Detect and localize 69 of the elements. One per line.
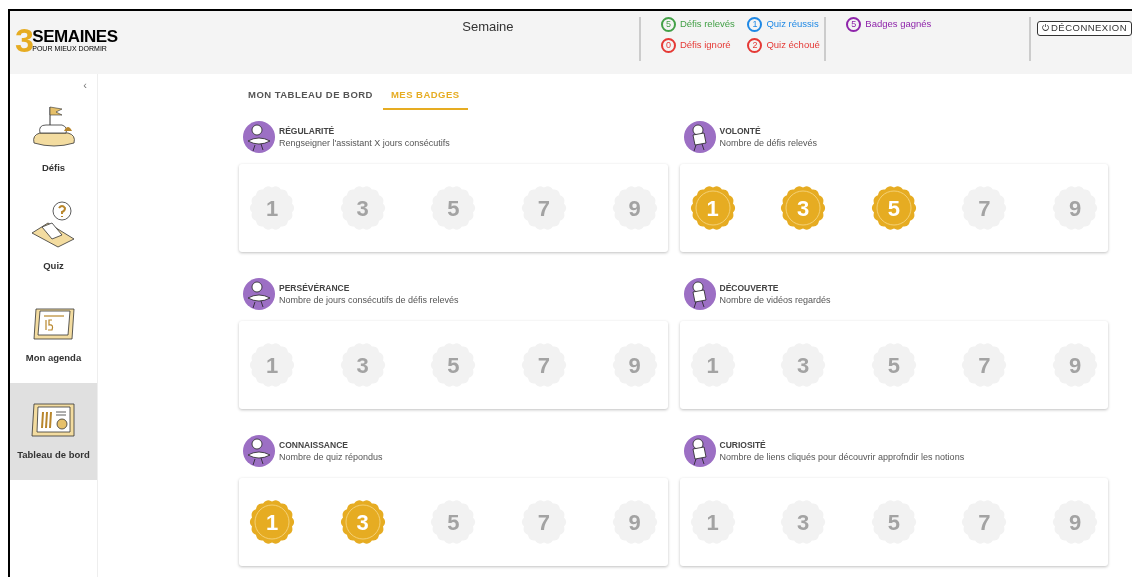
badge: 1 (249, 499, 295, 546)
badge: 7 (961, 499, 1008, 546)
badge: 5 (430, 185, 477, 232)
category-title: PERSÉVÉRANCE (279, 282, 351, 295)
badge: 1 (249, 342, 295, 389)
category-description: Nombre de défis relevés (719, 137, 818, 150)
figure-icon (683, 278, 716, 311)
stat-label: Défis ignoré (679, 38, 731, 53)
sidebar-item[interactable]: Mon agenda (10, 286, 97, 383)
badge: 7 (961, 185, 1008, 232)
badge: 9 (1052, 342, 1098, 389)
stat-label: Badges gagnés (865, 17, 932, 32)
sidebar-item[interactable]: Tableau de bord (10, 383, 97, 480)
category-title: RÉGULARITÉ (279, 125, 336, 138)
badge: 3 (339, 342, 386, 389)
category-title: VOLONTÉ (719, 125, 762, 138)
badge: 9 (611, 185, 658, 232)
badge: 7 (520, 185, 567, 232)
badge: 5 (870, 342, 917, 389)
power-icon: ⏻ (1041, 21, 1050, 36)
badge: 5 (430, 342, 477, 389)
badge: 5 (870, 499, 917, 546)
category-title: CONNAISSANCE (279, 439, 349, 452)
sidebar-item[interactable]: Défis (10, 92, 97, 189)
badge: 7 (520, 342, 567, 389)
badge: 3 (780, 185, 827, 232)
badge: 3 (780, 342, 827, 389)
stat-label: Quiz réussis (766, 17, 819, 32)
period-label: Semaine (462, 18, 514, 36)
collapse-button[interactable]: ‹ (83, 78, 87, 92)
logout-button[interactable]: ⏻ DÉCONNEXION (1036, 21, 1132, 36)
count-ring: 0 (660, 38, 676, 53)
stat-label: Défis relevés (679, 17, 735, 32)
logo-title: SEMAINES (32, 28, 118, 45)
category-description: Nombre de jours consécutifs de défis relevés (279, 294, 459, 307)
badge: 9 (611, 342, 658, 389)
stat-label: Quiz échoué (766, 38, 820, 53)
figure-icon (683, 121, 716, 154)
badge: 9 (611, 499, 658, 546)
badge: 1 (689, 185, 736, 232)
badge: 9 (1052, 499, 1098, 546)
badge: 5 (430, 499, 477, 546)
category-title: CURIOSITÉ (719, 439, 767, 452)
tab[interactable]: MON TABLEAU DE BORD (240, 88, 381, 111)
badge: 1 (689, 342, 736, 389)
figure-icon (243, 435, 275, 468)
badge: 7 (520, 499, 567, 546)
badge: 1 (689, 499, 736, 546)
badge: 3 (339, 499, 386, 546)
figure-icon (683, 435, 716, 468)
category-description: Nombre de vidéos regardés (719, 294, 831, 307)
sidebar-item[interactable]: Quiz (10, 189, 97, 286)
badge: 1 (249, 185, 295, 232)
badge: 7 (961, 342, 1008, 389)
figure-icon (243, 278, 275, 311)
badge: 3 (339, 185, 386, 232)
count-ring: 5 (660, 17, 676, 32)
logo-number: 3 (15, 23, 33, 57)
category-description: Rengseigner l'assistant X jours consécutifs (279, 137, 450, 150)
count-ring: 5 (846, 17, 862, 32)
badge: 9 (1052, 185, 1098, 232)
figure-icon (243, 121, 275, 154)
count-ring: 2 (747, 38, 763, 53)
badge: 3 (780, 499, 827, 546)
category-description: Nombre de quiz répondus (279, 451, 383, 464)
badge: 5 (870, 185, 917, 232)
category-description: Nombre de liens cliqués pour découvrir approfndir les notions (719, 451, 965, 464)
category-title: DÉCOUVERTE (719, 282, 780, 295)
count-ring: 1 (747, 17, 763, 32)
